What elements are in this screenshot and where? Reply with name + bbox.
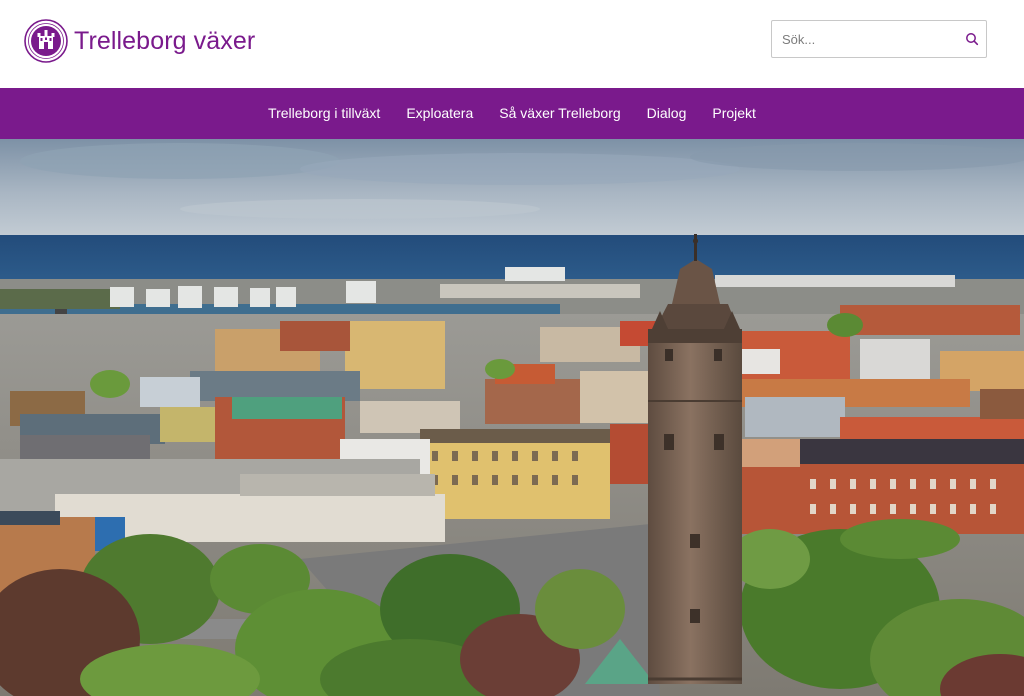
search-form [771, 20, 987, 58]
search-icon [966, 33, 979, 46]
hero-image [0, 139, 1024, 696]
nav-item-trelleborg-i-tillvaxt[interactable]: Trelleborg i tillväxt [268, 88, 380, 139]
aerial-city-photo [0, 139, 1024, 696]
search-button[interactable] [958, 21, 986, 57]
site-title: Trelleborg växer [74, 26, 256, 55]
nav-item-exploatera[interactable]: Exploatera [406, 88, 473, 139]
city-coat-of-arms-icon [24, 19, 68, 63]
home-logo-link[interactable]: Trelleborg växer [24, 18, 255, 64]
nav-item-dialog[interactable]: Dialog [647, 88, 687, 139]
site-header: Trelleborg växer [0, 0, 1024, 88]
search-input[interactable] [772, 21, 958, 57]
main-navigation: Trelleborg i tillväxt Exploatera Så växe… [0, 88, 1024, 139]
nav-item-projekt[interactable]: Projekt [712, 88, 756, 139]
nav-item-sa-vaxer-trelleborg[interactable]: Så växer Trelleborg [499, 88, 620, 139]
